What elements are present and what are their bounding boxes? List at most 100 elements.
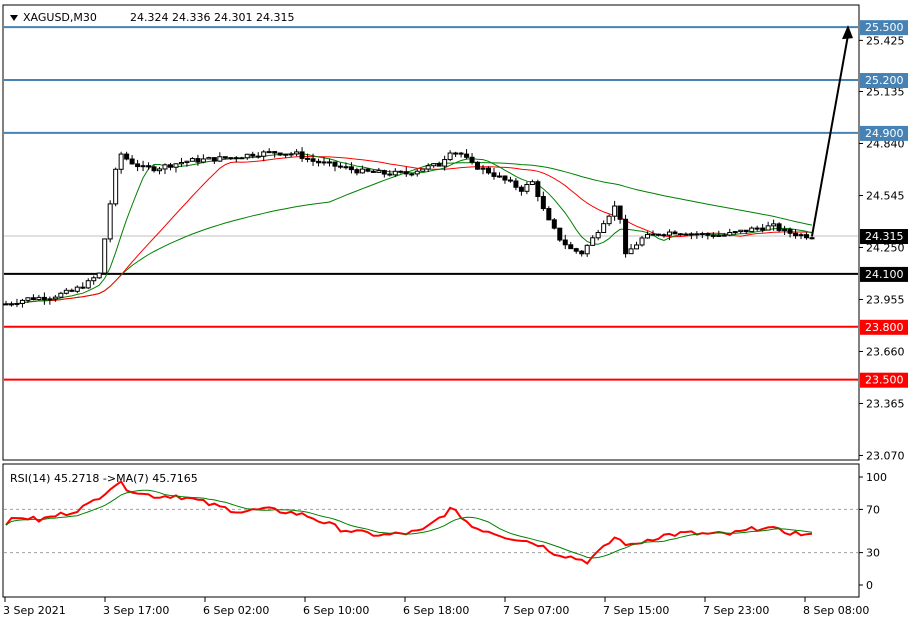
rsi-tick-label: 70 bbox=[866, 503, 880, 516]
candle-body bbox=[666, 231, 672, 236]
candle-body bbox=[14, 302, 20, 305]
candle-body bbox=[200, 158, 206, 163]
candle-body bbox=[787, 228, 793, 234]
candle-body bbox=[414, 170, 420, 175]
candle-body bbox=[387, 173, 393, 176]
candle-body bbox=[442, 159, 448, 167]
candle-body bbox=[507, 179, 513, 182]
candle-body bbox=[337, 165, 343, 168]
candle-body bbox=[398, 170, 404, 173]
current-price-label: 24.315 bbox=[865, 230, 904, 243]
candle-body bbox=[91, 277, 97, 282]
candle-body bbox=[332, 161, 338, 167]
candle-body bbox=[760, 227, 766, 231]
candle-body bbox=[453, 152, 459, 155]
candle-body bbox=[540, 195, 546, 210]
candle-body bbox=[195, 158, 201, 163]
candle-body bbox=[639, 237, 645, 246]
candle-body bbox=[294, 151, 300, 155]
candle-body bbox=[113, 168, 119, 205]
time-tick-label: 7 Sep 23:00 bbox=[703, 604, 769, 617]
candle-body bbox=[348, 166, 354, 171]
candle-body bbox=[568, 244, 574, 250]
level-tag-label: 24.900 bbox=[865, 127, 904, 140]
candle-body bbox=[688, 233, 694, 236]
candle-body bbox=[677, 233, 683, 236]
candle-body bbox=[535, 181, 541, 197]
time-tick-label: 7 Sep 15:00 bbox=[603, 604, 669, 617]
candle-body bbox=[140, 165, 146, 168]
candle-body bbox=[782, 228, 788, 231]
candle-body bbox=[606, 215, 612, 225]
candle-body bbox=[480, 167, 486, 170]
candle-body bbox=[250, 153, 256, 157]
level-tag-label: 23.500 bbox=[865, 374, 904, 387]
candle-body bbox=[146, 165, 152, 168]
candle-body bbox=[381, 170, 387, 175]
candle-body bbox=[699, 233, 705, 236]
time-tick-label: 6 Sep 10:00 bbox=[303, 604, 369, 617]
candle-body bbox=[211, 157, 217, 162]
candle-body bbox=[288, 153, 294, 156]
candle-body bbox=[623, 218, 629, 255]
candle-body bbox=[239, 157, 245, 160]
time-tick-label: 7 Sep 07:00 bbox=[503, 604, 569, 617]
candle-body bbox=[3, 303, 9, 306]
candle-body bbox=[721, 234, 727, 237]
candle-body bbox=[634, 244, 640, 250]
candle-body bbox=[529, 181, 535, 186]
candle-body bbox=[326, 161, 332, 164]
candle-body bbox=[47, 298, 53, 301]
candle-body bbox=[754, 227, 760, 230]
candle-body bbox=[573, 248, 579, 252]
candle-body bbox=[173, 163, 179, 168]
candle-body bbox=[716, 234, 722, 237]
candle-body bbox=[118, 153, 124, 170]
candle-body bbox=[804, 234, 810, 239]
level-tag-label: 25.200 bbox=[865, 74, 904, 87]
candle-body bbox=[475, 161, 481, 170]
candle-body bbox=[551, 219, 557, 229]
candle-body bbox=[771, 223, 777, 227]
candle-body bbox=[277, 152, 283, 156]
candle-body bbox=[469, 156, 475, 163]
candle-body bbox=[655, 233, 661, 236]
candle-body bbox=[496, 175, 502, 178]
candle-body bbox=[299, 151, 305, 159]
candle-body bbox=[425, 165, 431, 170]
candle-body bbox=[491, 172, 497, 177]
candle-body bbox=[283, 153, 289, 156]
candle-body bbox=[365, 168, 371, 172]
candle-body bbox=[743, 229, 749, 233]
candle-body bbox=[513, 180, 519, 188]
level-tag-label: 24.100 bbox=[865, 268, 904, 281]
candle-body bbox=[354, 169, 360, 174]
candle-body bbox=[431, 163, 437, 167]
candle-body bbox=[85, 280, 91, 289]
candle-body bbox=[157, 168, 163, 172]
candle-body bbox=[601, 223, 607, 233]
candle-body bbox=[645, 234, 651, 239]
candle-body bbox=[52, 296, 58, 300]
candle-body bbox=[343, 166, 349, 169]
rsi-label: RSI(14) 45.2718 ->MA(7) 45.7165 bbox=[10, 472, 198, 485]
candle-body bbox=[420, 168, 426, 172]
chart-root: 25.42525.13524.84024.54524.25023.95523.6… bbox=[2, 4, 908, 617]
candle-body bbox=[579, 250, 585, 255]
symbol-title: XAGUSD,M30 bbox=[23, 11, 97, 24]
candle-body bbox=[30, 297, 36, 301]
candle-body bbox=[436, 163, 442, 167]
candle-body bbox=[102, 238, 108, 274]
candle-body bbox=[370, 170, 376, 173]
candle-body bbox=[217, 156, 223, 162]
level-tag-label: 23.800 bbox=[865, 321, 904, 334]
candle-body bbox=[776, 223, 782, 231]
candle-body bbox=[727, 231, 733, 236]
candle-body bbox=[80, 286, 86, 289]
candle-body bbox=[316, 160, 322, 164]
candle-body bbox=[162, 164, 168, 170]
candle-body bbox=[809, 237, 815, 240]
candle-body bbox=[41, 296, 47, 301]
candle-body bbox=[178, 162, 184, 165]
candle-body bbox=[305, 157, 311, 160]
